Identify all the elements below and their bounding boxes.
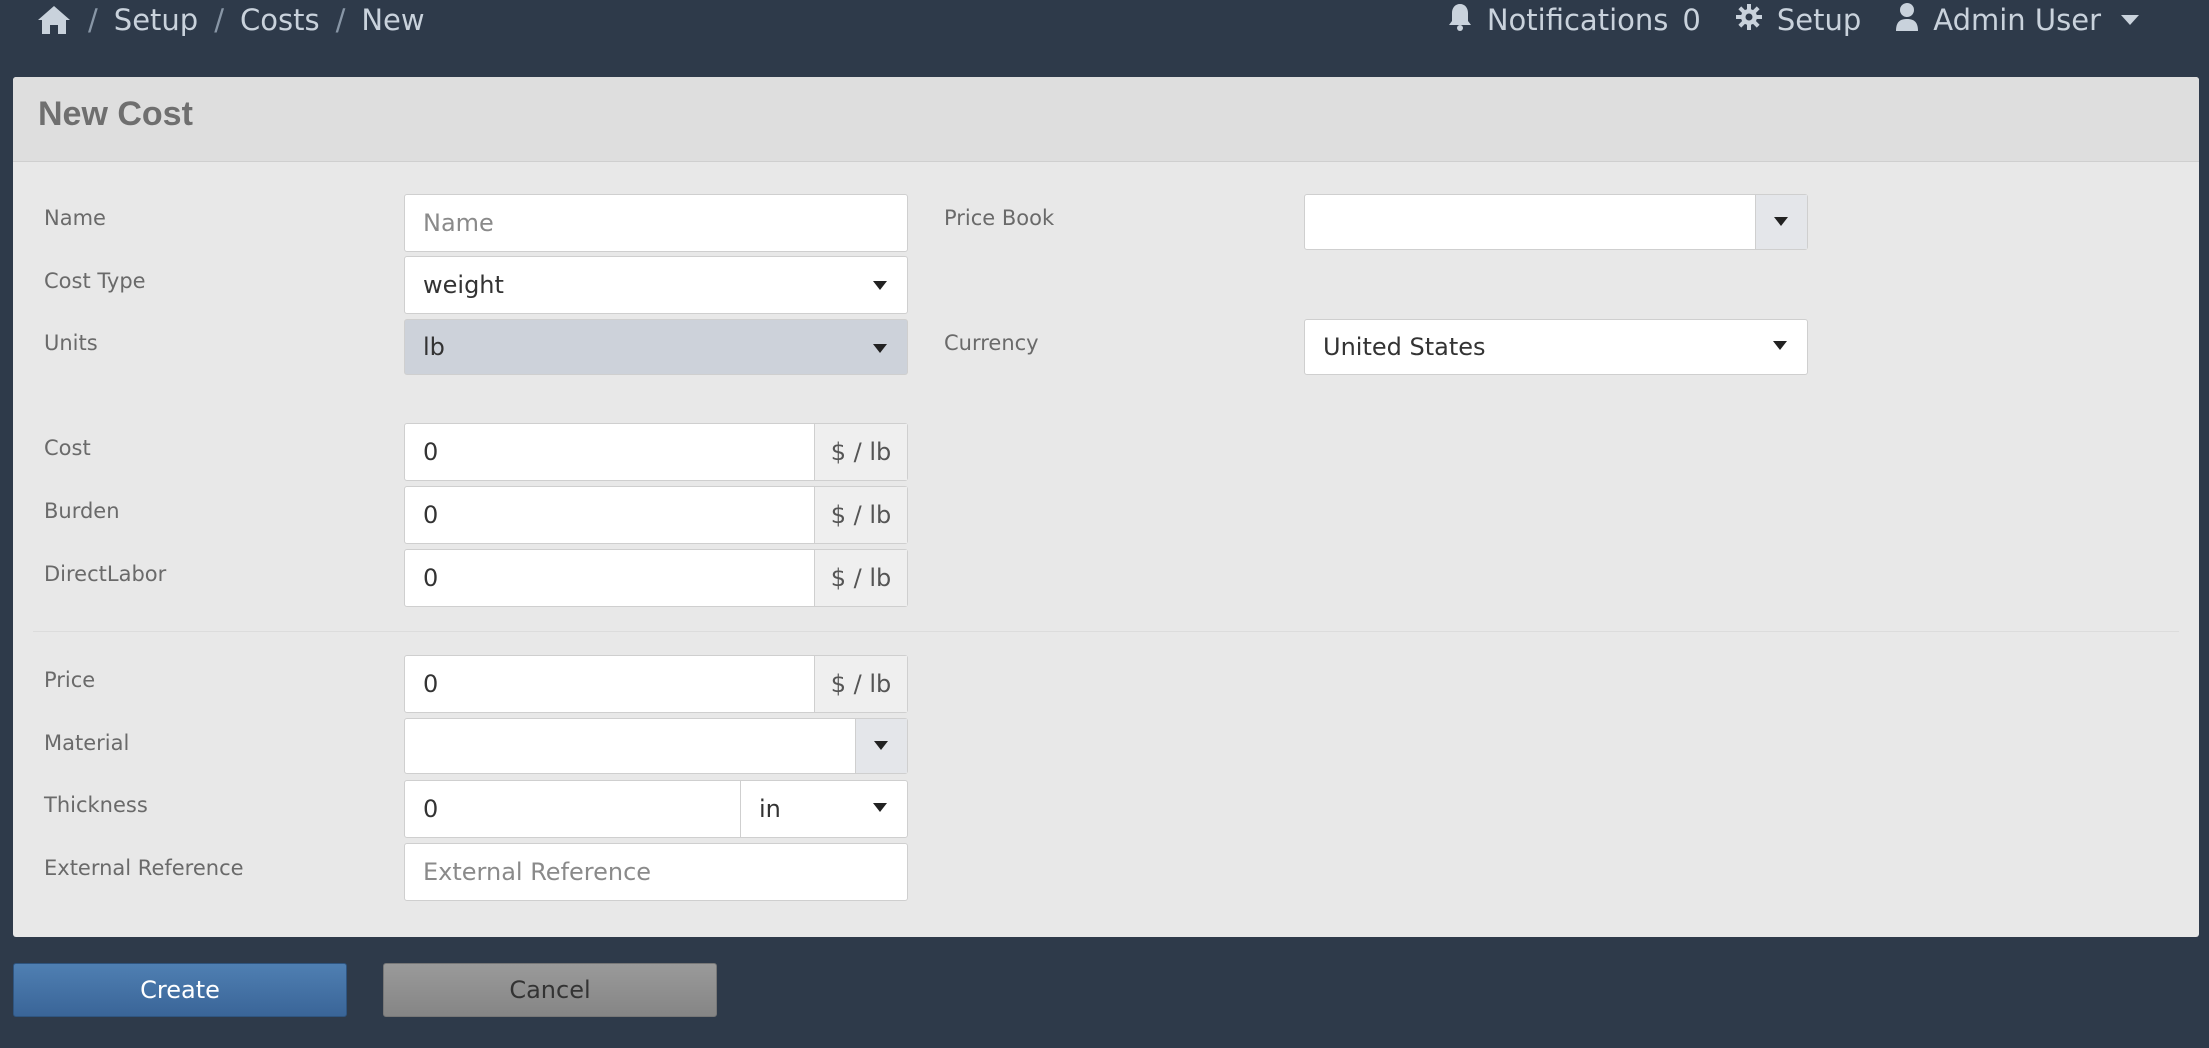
- panel-header: New Cost: [13, 77, 2199, 162]
- chevron-down-icon: [1773, 341, 1787, 350]
- notifications-menu[interactable]: Notifications 0: [1447, 2, 1701, 39]
- cost-value: 0: [423, 438, 439, 466]
- breadcrumb-new: New: [361, 3, 425, 37]
- thickness-unit-select[interactable]: in: [740, 780, 908, 838]
- price-book-label: Price Book: [944, 206, 1055, 230]
- notifications-label: Notifications: [1486, 3, 1669, 37]
- currency-select[interactable]: United States: [1304, 319, 1808, 375]
- price-label: Price: [44, 668, 96, 692]
- cost-input[interactable]: 0 $ / lb: [404, 423, 908, 481]
- breadcrumb: / Setup / Costs / New: [36, 0, 425, 40]
- burden-unit-addon: $ / lb: [814, 487, 907, 543]
- material-dropdown-button[interactable]: [855, 719, 907, 773]
- cost-type-select[interactable]: weight: [404, 256, 908, 314]
- material-select[interactable]: [404, 718, 908, 774]
- name-label: Name: [44, 206, 106, 230]
- chevron-down-icon: [873, 281, 887, 290]
- currency-value: United States: [1323, 333, 1486, 361]
- units-select[interactable]: lb: [404, 319, 908, 375]
- home-icon[interactable]: [36, 3, 72, 37]
- units-value: lb: [423, 333, 445, 361]
- page-title: New Cost: [38, 95, 193, 133]
- cost-type-label: Cost Type: [44, 269, 146, 293]
- setup-label: Setup: [1776, 3, 1862, 37]
- user-icon: [1895, 2, 1919, 39]
- gear-icon: [1735, 3, 1763, 38]
- cost-type-value: weight: [423, 271, 504, 299]
- new-cost-panel: New Cost Name Name Cost Type weight Unit…: [13, 77, 2199, 937]
- user-label: Admin User: [1933, 3, 2101, 37]
- chevron-down-icon: [873, 344, 887, 353]
- thickness-value: 0: [423, 795, 439, 823]
- chevron-down-icon: [2121, 15, 2139, 25]
- notifications-count: 0: [1682, 3, 1701, 37]
- thickness-input[interactable]: 0: [404, 780, 741, 838]
- name-input[interactable]: Name: [404, 194, 908, 252]
- thickness-unit-value: in: [759, 795, 781, 823]
- direct-labor-input[interactable]: 0 $ / lb: [404, 549, 908, 607]
- create-button[interactable]: Create: [13, 963, 347, 1017]
- name-placeholder: Name: [423, 209, 494, 237]
- price-value: 0: [423, 670, 439, 698]
- breadcrumb-costs[interactable]: Costs: [240, 3, 320, 37]
- currency-label: Currency: [944, 331, 1039, 355]
- user-menu[interactable]: Admin User: [1895, 2, 2139, 39]
- breadcrumb-separator: /: [88, 3, 98, 37]
- burden-value: 0: [423, 501, 439, 529]
- breadcrumb-separator: /: [214, 3, 224, 37]
- cost-label: Cost: [44, 436, 91, 460]
- external-reference-label: External Reference: [44, 856, 244, 880]
- price-book-select[interactable]: [1304, 194, 1808, 250]
- burden-label: Burden: [44, 499, 120, 523]
- breadcrumb-separator: /: [335, 3, 346, 37]
- direct-labor-label: DirectLabor: [44, 562, 167, 586]
- material-label: Material: [44, 731, 130, 755]
- cost-unit-addon: $ / lb: [814, 424, 907, 480]
- setup-menu[interactable]: Setup: [1735, 3, 1861, 38]
- external-reference-input[interactable]: External Reference: [404, 843, 908, 901]
- chevron-down-icon: [1774, 217, 1788, 226]
- top-navbar: / Setup / Costs / New Notifications 0 Se…: [0, 0, 2209, 40]
- price-book-dropdown-button[interactable]: [1755, 195, 1807, 249]
- direct-labor-value: 0: [423, 564, 439, 592]
- chevron-down-icon: [874, 741, 888, 750]
- external-reference-placeholder: External Reference: [423, 858, 652, 886]
- section-divider: [33, 631, 2179, 632]
- bell-icon: [1447, 2, 1473, 39]
- chevron-down-icon: [873, 803, 887, 812]
- cancel-button[interactable]: Cancel: [383, 963, 717, 1017]
- breadcrumb-setup[interactable]: Setup: [114, 3, 198, 37]
- thickness-label: Thickness: [44, 793, 148, 817]
- burden-input[interactable]: 0 $ / lb: [404, 486, 908, 544]
- price-unit-addon: $ / lb: [814, 656, 907, 712]
- direct-labor-unit-addon: $ / lb: [814, 550, 907, 606]
- units-label: Units: [44, 331, 98, 355]
- price-input[interactable]: 0 $ / lb: [404, 655, 908, 713]
